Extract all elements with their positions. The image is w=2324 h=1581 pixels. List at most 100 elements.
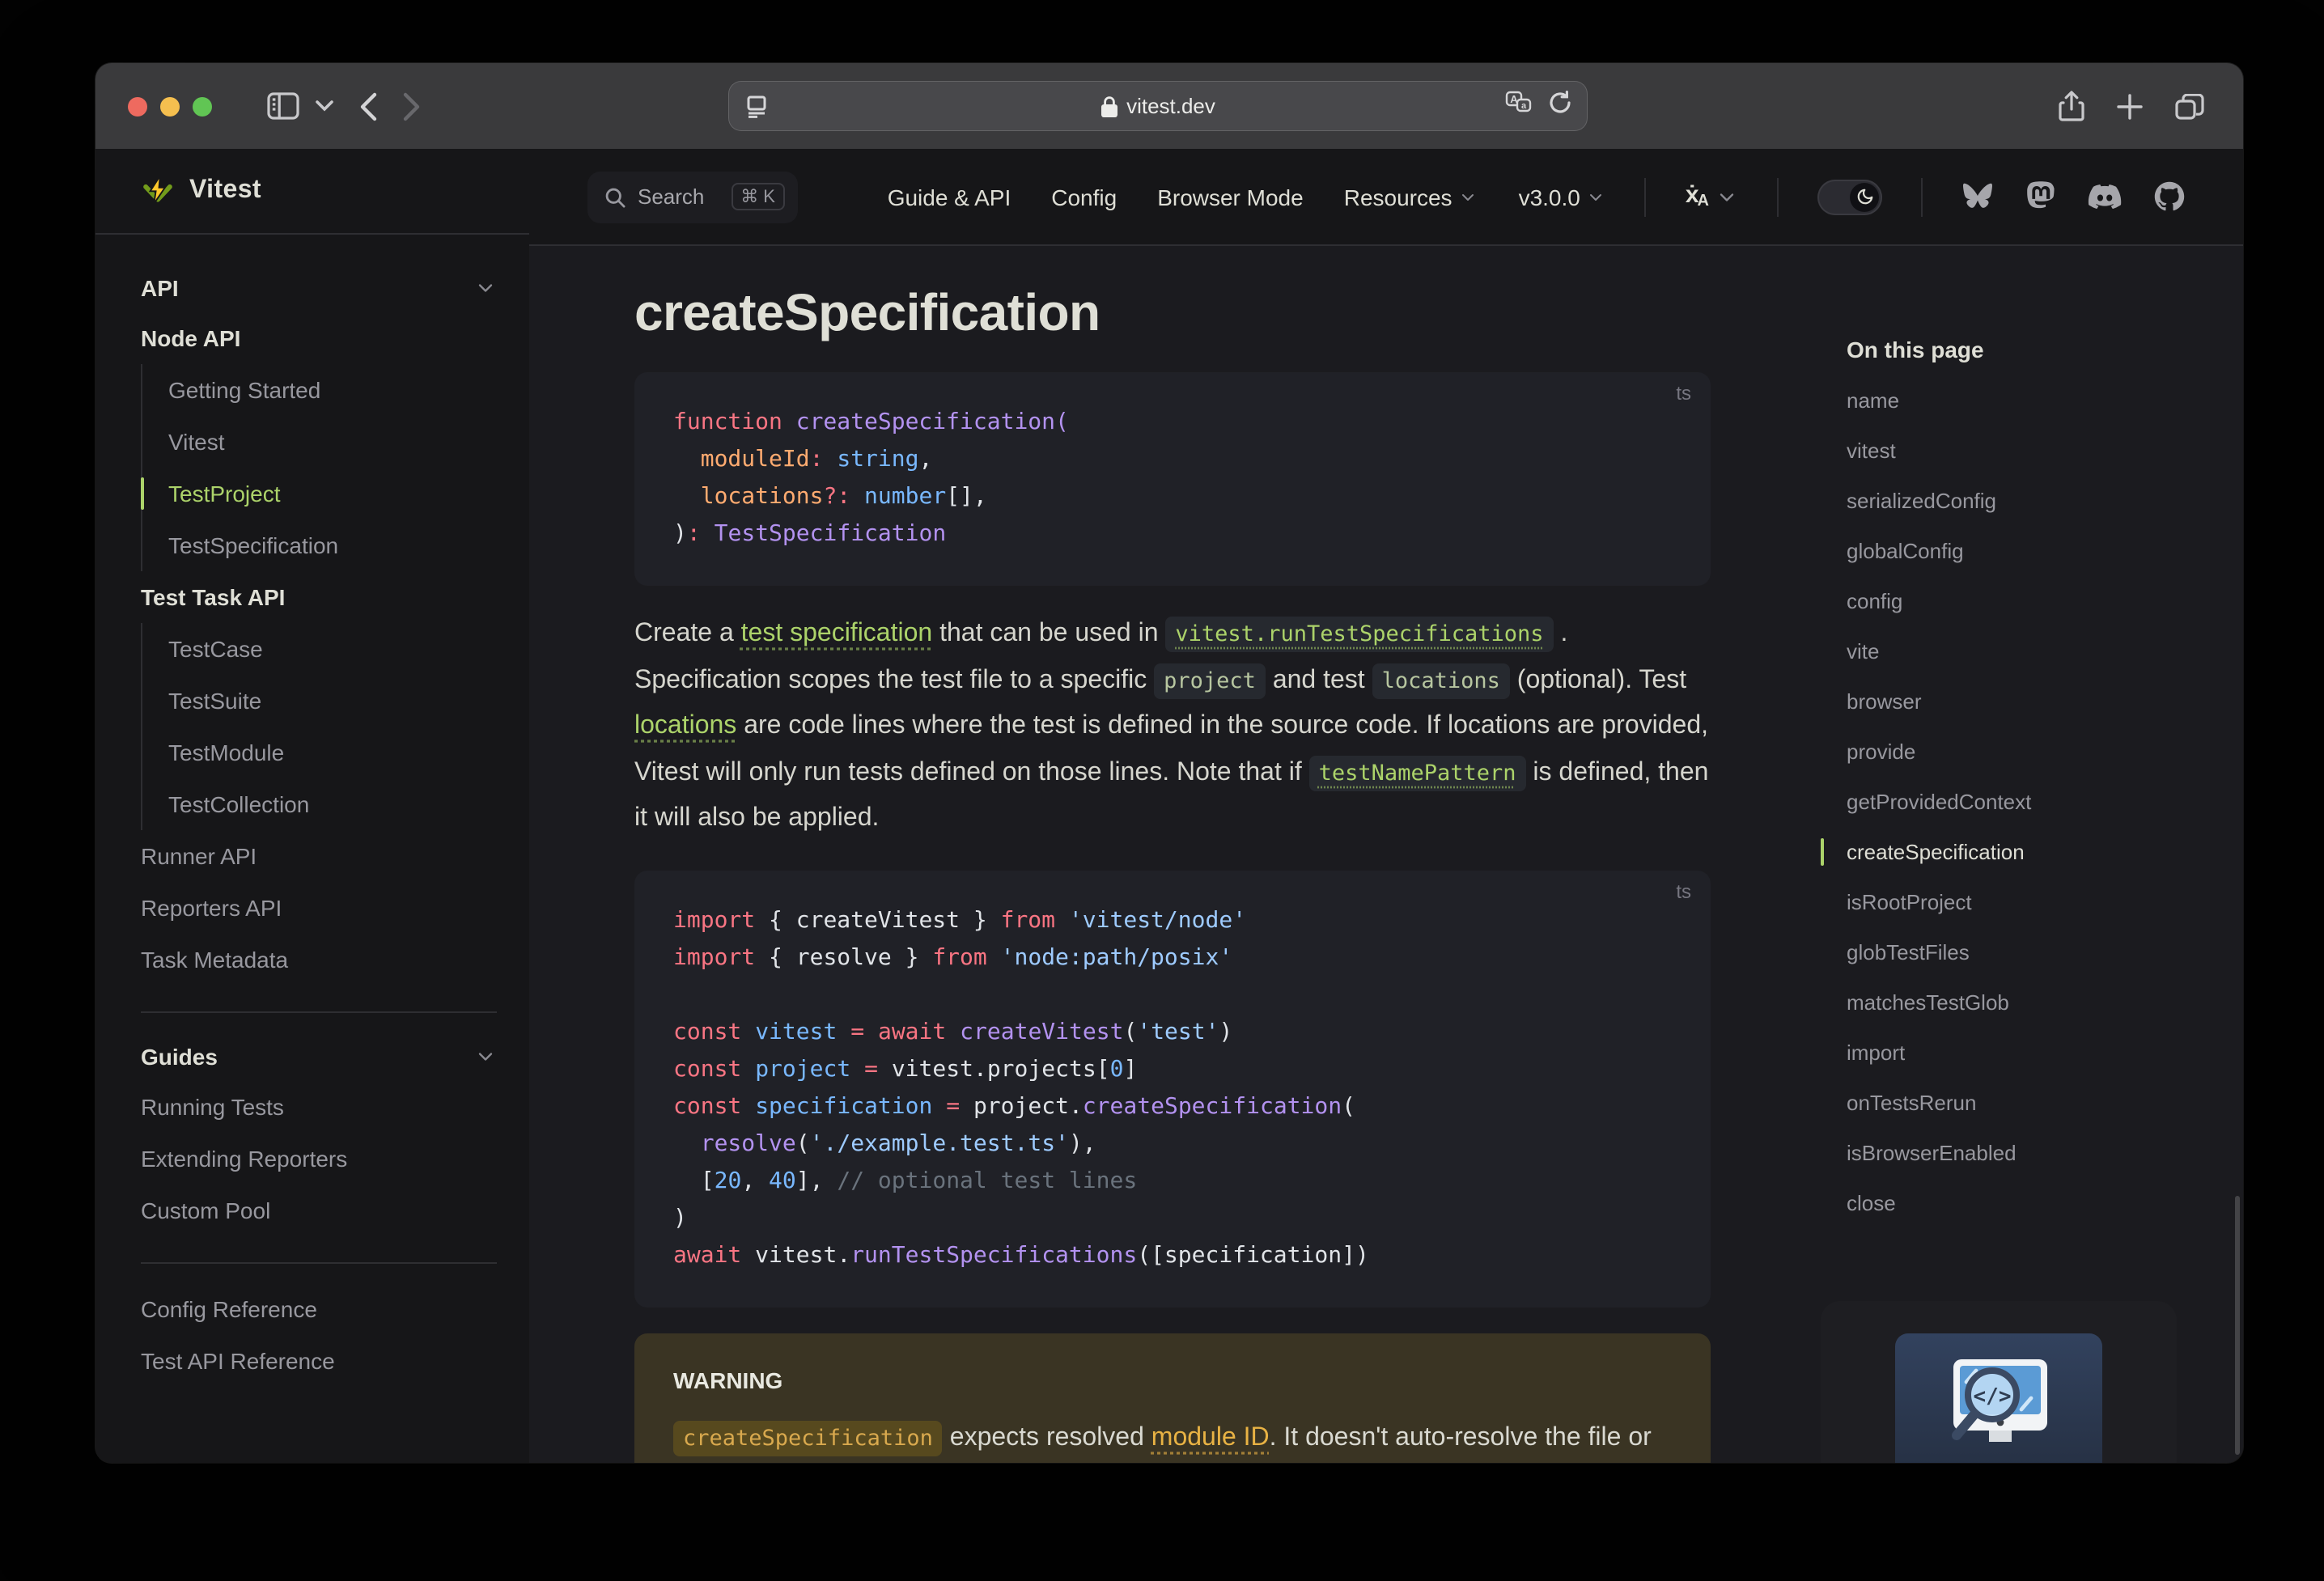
- nav-item-browser-mode[interactable]: Browser Mode: [1157, 184, 1304, 210]
- outline-item-close[interactable]: close: [1847, 1178, 2193, 1228]
- outline-item-config[interactable]: config: [1847, 576, 2193, 626]
- sidebar-section-api[interactable]: API: [141, 264, 497, 312]
- sidebar-item-node-api[interactable]: Node API: [141, 312, 497, 364]
- sidebar-item-custom-pool[interactable]: Custom Pool: [141, 1185, 497, 1236]
- code-line: import { resolve } from 'node:path/posix…: [673, 944, 1233, 970]
- main: Search ⌘ K Guide & API Config Browser Mode…: [529, 149, 2243, 1463]
- sidebar-item-test-task-api[interactable]: Test Task API: [141, 571, 497, 623]
- sidebar-item-testspecification[interactable]: TestSpecification: [168, 519, 497, 571]
- chevron-down-icon[interactable]: [316, 100, 333, 112]
- nav-item-v3-0-0[interactable]: v3.0.0: [1519, 184, 1606, 210]
- code-content: import { createVitest } from 'vitest/nod…: [673, 902, 1672, 1274]
- url-text: vitest.dev: [1126, 94, 1215, 118]
- nav-item-config[interactable]: Config: [1051, 184, 1117, 210]
- code-block-example[interactable]: ts import { createVitest } from 'vitest/…: [634, 870, 1711, 1307]
- theme-toggle[interactable]: [1817, 179, 1882, 214]
- sponsor-card[interactable]: </>: [1821, 1301, 2177, 1463]
- minimize-window-button[interactable]: [160, 96, 180, 116]
- text-run: expects resolved: [942, 1423, 1151, 1451]
- outline-item-matchestestglob[interactable]: matchesTestGlob: [1847, 977, 2193, 1028]
- search-button[interactable]: Search ⌘ K: [587, 171, 798, 223]
- outline-item-globtestfiles[interactable]: globTestFiles: [1847, 927, 2193, 977]
- sidebar-item-testcase[interactable]: TestCase: [168, 623, 497, 675]
- outline-item-vite[interactable]: vite: [1847, 626, 2193, 676]
- outline-item-browser[interactable]: browser: [1847, 676, 2193, 727]
- inline-link[interactable]: testNamePattern: [1308, 755, 1526, 790]
- outline-list: name vitest serializedConfig globalConfig co…: [1821, 375, 2193, 1228]
- text-run: Create a: [634, 620, 741, 647]
- sidebar-item-testmodule[interactable]: TestModule: [168, 727, 497, 778]
- outline-item-globalconfig[interactable]: globalConfig: [1847, 526, 2193, 576]
- inline-link[interactable]: module ID: [1151, 1423, 1270, 1451]
- sidebar-section: API Node API Getting Started Vitest TestProj…: [141, 244, 497, 1002]
- translate-page-icon[interactable]: A a: [1505, 90, 1533, 122]
- reader-view-icon[interactable]: [744, 95, 769, 117]
- inline-code: createSpecification: [673, 1420, 943, 1456]
- outline-title: On this page: [1847, 337, 1984, 362]
- sidebar-item-testsuite[interactable]: TestSuite: [168, 675, 497, 727]
- new-tab-icon[interactable]: [2117, 93, 2143, 119]
- lock-icon: [1101, 95, 1118, 117]
- code-content: function createSpecification( moduleId: …: [673, 405, 1672, 553]
- outline-item-getprovidedcontext[interactable]: getProvidedContext: [1847, 777, 2193, 827]
- browser-titlebar: vitest.dev A a: [95, 63, 2243, 149]
- sidebar-item-testproject[interactable]: TestProject: [141, 468, 497, 519]
- brand[interactable]: Vitest: [95, 149, 529, 235]
- inline-link[interactable]: locations: [634, 712, 736, 740]
- outline-item-isbrowserenabled[interactable]: isBrowserEnabled: [1847, 1128, 2193, 1178]
- sidebar-nested-group: TestCase TestSuite TestModule TestCollectio…: [141, 623, 497, 830]
- zoom-window-button[interactable]: [193, 96, 212, 116]
- sidebar-item-getting-started[interactable]: Getting Started: [168, 364, 497, 416]
- nav-item-resources[interactable]: Resources: [1344, 184, 1478, 210]
- outline-item-import[interactable]: import: [1847, 1028, 2193, 1078]
- outline-item-isrootproject[interactable]: isRootProject: [1847, 877, 2193, 927]
- discord-icon[interactable]: [2088, 184, 2122, 210]
- browser-window: vitest.dev A a Vitest API Node API Getti…: [95, 63, 2243, 1463]
- nav-item-guide-api[interactable]: Guide & API: [888, 184, 1011, 210]
- sidebar-toggle-icon[interactable]: [267, 92, 299, 120]
- outline-item-ontestsrerun[interactable]: onTestsRerun: [1847, 1078, 2193, 1128]
- back-button[interactable]: [359, 91, 377, 121]
- language-menu[interactable]: ẋA: [1686, 183, 1738, 210]
- close-window-button[interactable]: [128, 96, 147, 116]
- scrollbar-thumb[interactable]: [2235, 1196, 2240, 1455]
- outline-item-name[interactable]: name: [1847, 375, 2193, 426]
- forward-button[interactable]: [403, 91, 421, 121]
- bluesky-icon[interactable]: [1961, 182, 1994, 211]
- sidebar-item-runner-api[interactable]: Runner API: [141, 830, 497, 882]
- github-icon[interactable]: [2154, 181, 2185, 212]
- code-block-signature[interactable]: ts function createSpecification( moduleI…: [634, 372, 1711, 586]
- sidebar-item-vitest[interactable]: Vitest: [168, 416, 497, 468]
- sidebar-item-extending-reporters[interactable]: Extending Reporters: [141, 1133, 497, 1185]
- sidebar-nested-group: Getting Started Vitest TestProject TestSpec…: [141, 364, 497, 571]
- outline-item-createspecification[interactable]: createSpecification: [1821, 827, 2193, 877]
- code-line: await vitest.runTestSpecifications([spec…: [673, 1242, 1369, 1268]
- chevron-down-icon: [1720, 193, 1734, 201]
- traffic-lights: [128, 96, 212, 116]
- address-bar[interactable]: vitest.dev A a: [728, 81, 1588, 131]
- svg-text:</>: </>: [1974, 1384, 2012, 1409]
- sidebar-item-config-reference[interactable]: Config Reference: [141, 1283, 497, 1335]
- sidebar-item-task-metadata[interactable]: Task Metadata: [141, 934, 497, 985]
- reload-icon[interactable]: [1549, 90, 1571, 122]
- code-line: const specification = project.createSpec…: [673, 1093, 1355, 1119]
- inline-link[interactable]: test specification: [741, 620, 933, 647]
- chevron-down-icon: [478, 284, 493, 292]
- share-icon[interactable]: [2059, 91, 2084, 121]
- outline-item-serializedconfig[interactable]: serializedConfig: [1847, 476, 2193, 526]
- brand-name: Vitest: [189, 176, 261, 204]
- sidebar-item-reporters-api[interactable]: Reporters API: [141, 882, 497, 934]
- outline-item-provide[interactable]: provide: [1847, 727, 2193, 777]
- text-run: (optional). Test: [1509, 666, 1687, 693]
- inline-link[interactable]: vitest.runTestSpecifications: [1165, 617, 1554, 652]
- screen: vitest.dev A a Vitest API Node API Getti…: [0, 0, 2324, 1581]
- sidebar-item-running-tests[interactable]: Running Tests: [141, 1081, 497, 1133]
- sidebar-section-guides[interactable]: Guides: [141, 1032, 497, 1081]
- content: createSpecification ts function createSp…: [529, 246, 2243, 1463]
- outline-item-vitest[interactable]: vitest: [1847, 426, 2193, 476]
- sidebar-item-test-api-reference[interactable]: Test API Reference: [141, 1335, 497, 1387]
- mastodon-icon[interactable]: [2026, 181, 2055, 212]
- warning-title: WARNING: [673, 1367, 783, 1392]
- tab-overview-icon[interactable]: [2175, 93, 2204, 119]
- sidebar-item-testcollection[interactable]: TestCollection: [168, 778, 497, 830]
